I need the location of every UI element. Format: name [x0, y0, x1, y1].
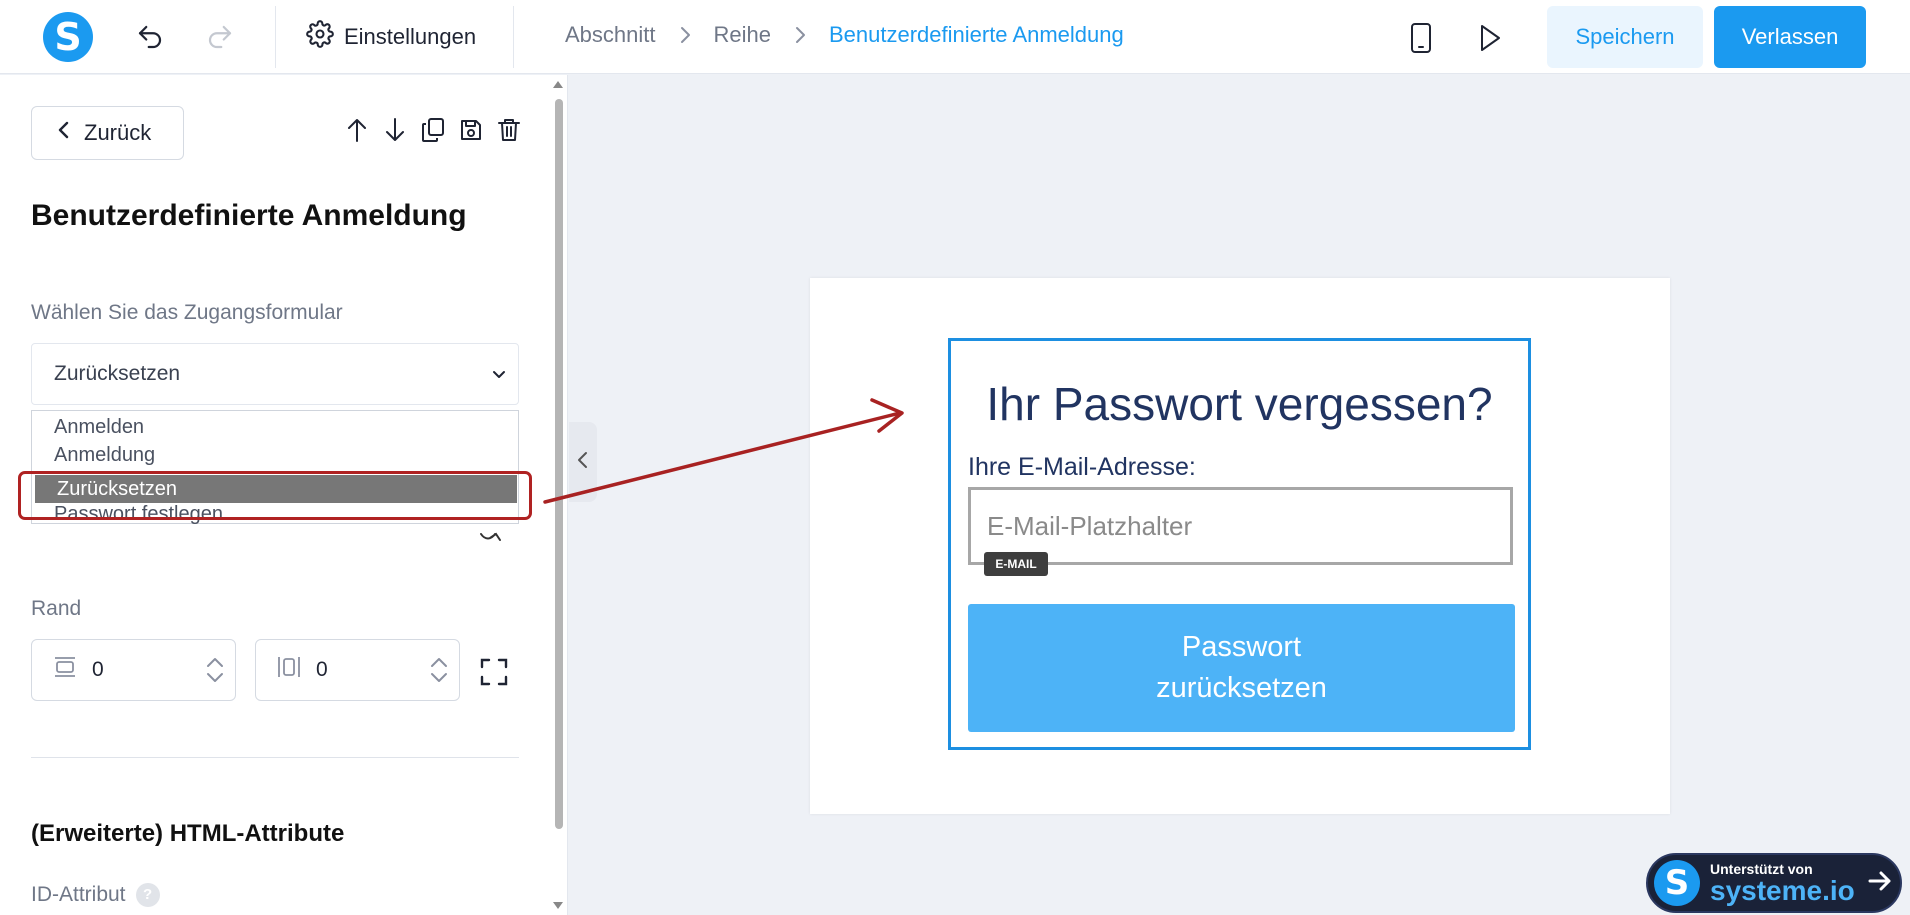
badge-brand: systeme.io [1710, 875, 1855, 906]
arrow-right-icon [1867, 869, 1893, 898]
reset-form-preview[interactable]: Ihr Passwort vergessen? Ihre E-Mail-Adre… [948, 338, 1531, 750]
refresh-icon[interactable] [478, 530, 508, 549]
arrow-up-icon[interactable] [344, 115, 370, 145]
email-input[interactable] [968, 487, 1513, 565]
margin-label: Rand [31, 597, 82, 620]
highlight-box [18, 471, 532, 520]
scroll-thumb[interactable] [555, 99, 563, 829]
email-field-tag: E-MAIL [984, 552, 1048, 576]
redo-icon[interactable] [198, 20, 242, 54]
vertical-margin-icon [276, 655, 302, 685]
save-template-icon[interactable] [458, 115, 484, 145]
undo-icon[interactable] [128, 20, 172, 54]
expand-icon[interactable] [479, 657, 509, 692]
chevron-left-icon [58, 120, 70, 146]
settings-label: Einstellungen [344, 24, 477, 49]
chevron-left-icon [577, 450, 589, 475]
gear-icon [306, 20, 334, 54]
powered-by-badge[interactable]: S Unterstützt von systeme.io [1646, 853, 1902, 913]
dropdown-option-login[interactable]: Anmelden [32, 413, 518, 441]
margin-vertical-value: 0 [316, 658, 328, 681]
id-attribute-label: ID-Attribut ? [31, 883, 160, 907]
save-button[interactable]: Speichern [1547, 6, 1703, 68]
divider [31, 757, 519, 758]
chevron-right-icon [678, 25, 692, 45]
horizontal-margin-icon [52, 655, 78, 685]
reset-password-button[interactable]: Passwort zurücksetzen [968, 604, 1515, 732]
reset-password-label: Passwort zurücksetzen [1156, 631, 1327, 704]
settings-button[interactable]: Einstellungen [306, 20, 476, 54]
scroll-down-arrow[interactable] [553, 902, 563, 909]
dropdown-option-registration[interactable]: Anmeldung [32, 441, 518, 469]
back-button[interactable]: Zurück [31, 106, 184, 160]
form-title: Ihr Passwort vergessen? [986, 378, 1493, 430]
back-label: Zurück [84, 120, 152, 145]
divider [513, 6, 514, 68]
trash-icon[interactable] [496, 115, 522, 145]
mobile-preview-icon[interactable] [1404, 19, 1438, 57]
margin-horizontal-input[interactable]: 0 [31, 639, 236, 701]
email-label: Ihre E-Mail-Adresse: [968, 453, 1196, 481]
sidebar-scrollbar[interactable] [551, 75, 565, 915]
copy-icon[interactable] [420, 115, 446, 145]
badge-logo: S [1654, 860, 1700, 906]
margin-horizontal-value: 0 [92, 658, 104, 681]
chevron-right-icon [793, 25, 807, 45]
id-attribute-text: ID-Attribut [31, 883, 126, 906]
stepper-icon[interactable] [419, 655, 459, 685]
breadcrumb: Abschnitt Reihe Benutzerdefinierte Anmel… [565, 22, 1124, 48]
margin-vertical-input[interactable]: 0 [255, 639, 460, 701]
arrow-down-icon[interactable] [382, 115, 408, 145]
divider [275, 6, 276, 68]
breadcrumb-row[interactable]: Reihe [714, 22, 771, 48]
chevron-down-icon [492, 362, 506, 386]
scroll-up-arrow[interactable] [553, 81, 563, 88]
form-type-select[interactable]: Zurücksetzen [31, 343, 519, 405]
stepper-icon[interactable] [195, 655, 235, 685]
help-icon[interactable]: ? [135, 883, 160, 907]
form-type-select-value: Zurücksetzen [54, 362, 181, 385]
element-toolbar [344, 115, 522, 145]
advanced-attributes-title: (Erweiterte) HTML-Attribute [31, 820, 345, 847]
badge-text: Unterstützt von systeme.io [1710, 861, 1855, 905]
form-select-label: Wählen Sie das Zugangsformular [31, 301, 343, 324]
play-preview-icon[interactable] [1472, 19, 1508, 57]
top-bar: S Einstellungen Abschnitt Reihe Benutzer… [0, 0, 1910, 74]
exit-button[interactable]: Verlassen [1714, 6, 1866, 68]
breadcrumb-section[interactable]: Abschnitt [565, 22, 656, 48]
breadcrumb-current: Benutzerdefinierte Anmeldung [828, 22, 1124, 47]
app-logo[interactable]: S [43, 12, 93, 62]
collapse-sidebar-button[interactable] [569, 422, 597, 502]
sidebar-title: Benutzerdefinierte Anmeldung [31, 199, 467, 232]
